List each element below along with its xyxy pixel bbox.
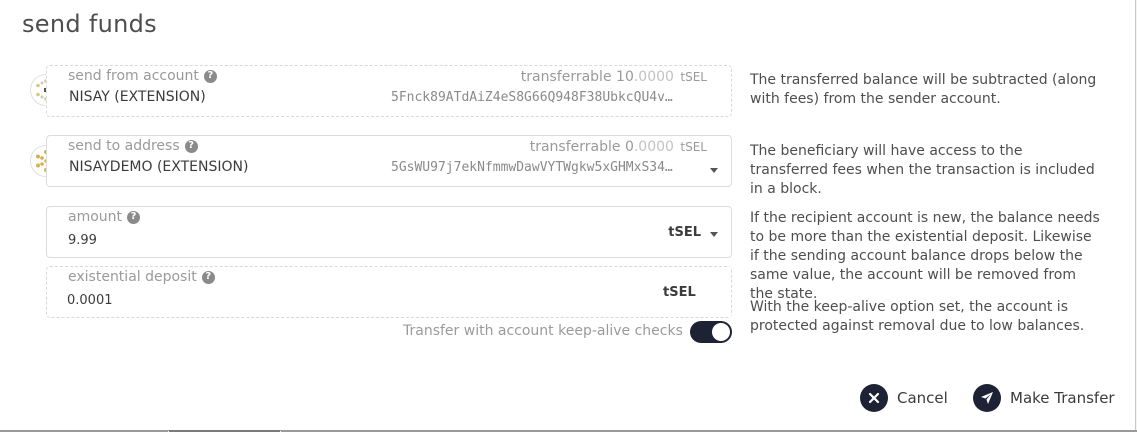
make-transfer-button[interactable]: Make Transfer bbox=[973, 384, 1115, 412]
recipient-account-name: NISAYDEMO (EXTENSION) bbox=[69, 159, 249, 175]
cancel-button[interactable]: Cancel bbox=[860, 384, 948, 412]
recipient-address: 5GsWU97j7ekNfmmwDawVYTWgkw5xGHMxS34… bbox=[391, 160, 673, 175]
existential-deposit-field: existential deposit ? 0.0001 tSEL bbox=[46, 266, 732, 318]
send-icon bbox=[973, 384, 1001, 412]
send-to-address-field[interactable]: send to address ? transferrable 0.0000 t… bbox=[46, 135, 732, 187]
close-icon bbox=[860, 384, 888, 412]
from-help-text: The transferred balance will be subtract… bbox=[750, 72, 1097, 107]
sender-transferrable: transferrable 10.0000 tSEL bbox=[520, 69, 707, 85]
amount-input[interactable]: 9.99 bbox=[68, 233, 97, 248]
amount-unit-select[interactable]: tSEL bbox=[668, 225, 701, 240]
help-icon[interactable]: ? bbox=[203, 69, 217, 83]
toggle-knob bbox=[712, 323, 730, 341]
modal-title: send funds bbox=[22, 10, 157, 38]
chevron-down-icon[interactable] bbox=[710, 232, 718, 237]
keepalive-help-text: With the keep-alive option set, the acco… bbox=[750, 299, 1085, 334]
sender-account-name: NISAY (EXTENSION) bbox=[69, 89, 206, 105]
cancel-label: Cancel bbox=[897, 389, 948, 407]
amount-field[interactable]: amount ? 9.99 tSEL bbox=[46, 206, 732, 258]
send-to-label: send to address bbox=[68, 138, 180, 154]
sender-address: 5Fnck89ATdAiZ4eS8G66Q948F38UbkcQU4v… bbox=[391, 90, 673, 105]
keepalive-toggle[interactable] bbox=[690, 321, 732, 343]
make-transfer-label: Make Transfer bbox=[1010, 389, 1115, 407]
keepalive-label: Transfer with account keep-alive checks bbox=[403, 323, 683, 339]
send-funds-modal: send funds send from account ? transferr… bbox=[0, 0, 1136, 431]
existential-deposit-unit: tSEL bbox=[663, 285, 696, 300]
recipient-transferrable: transferrable 0.0000 tSEL bbox=[529, 139, 707, 155]
chevron-down-icon[interactable] bbox=[710, 168, 718, 173]
help-icon[interactable]: ? bbox=[184, 139, 198, 153]
help-icon[interactable]: ? bbox=[201, 270, 215, 284]
to-help-text: The beneficiary will have access to the … bbox=[750, 143, 1095, 197]
send-from-label: send from account bbox=[68, 68, 199, 84]
send-from-account-field: send from account ? transferrable 10.000… bbox=[46, 65, 732, 117]
existential-deposit-label: existential deposit bbox=[68, 269, 197, 285]
amount-help-text: If the recipient account is new, the bal… bbox=[750, 210, 1100, 302]
existential-deposit-value: 0.0001 bbox=[67, 293, 113, 308]
help-icon[interactable]: ? bbox=[127, 210, 141, 224]
amount-label: amount bbox=[68, 209, 123, 225]
